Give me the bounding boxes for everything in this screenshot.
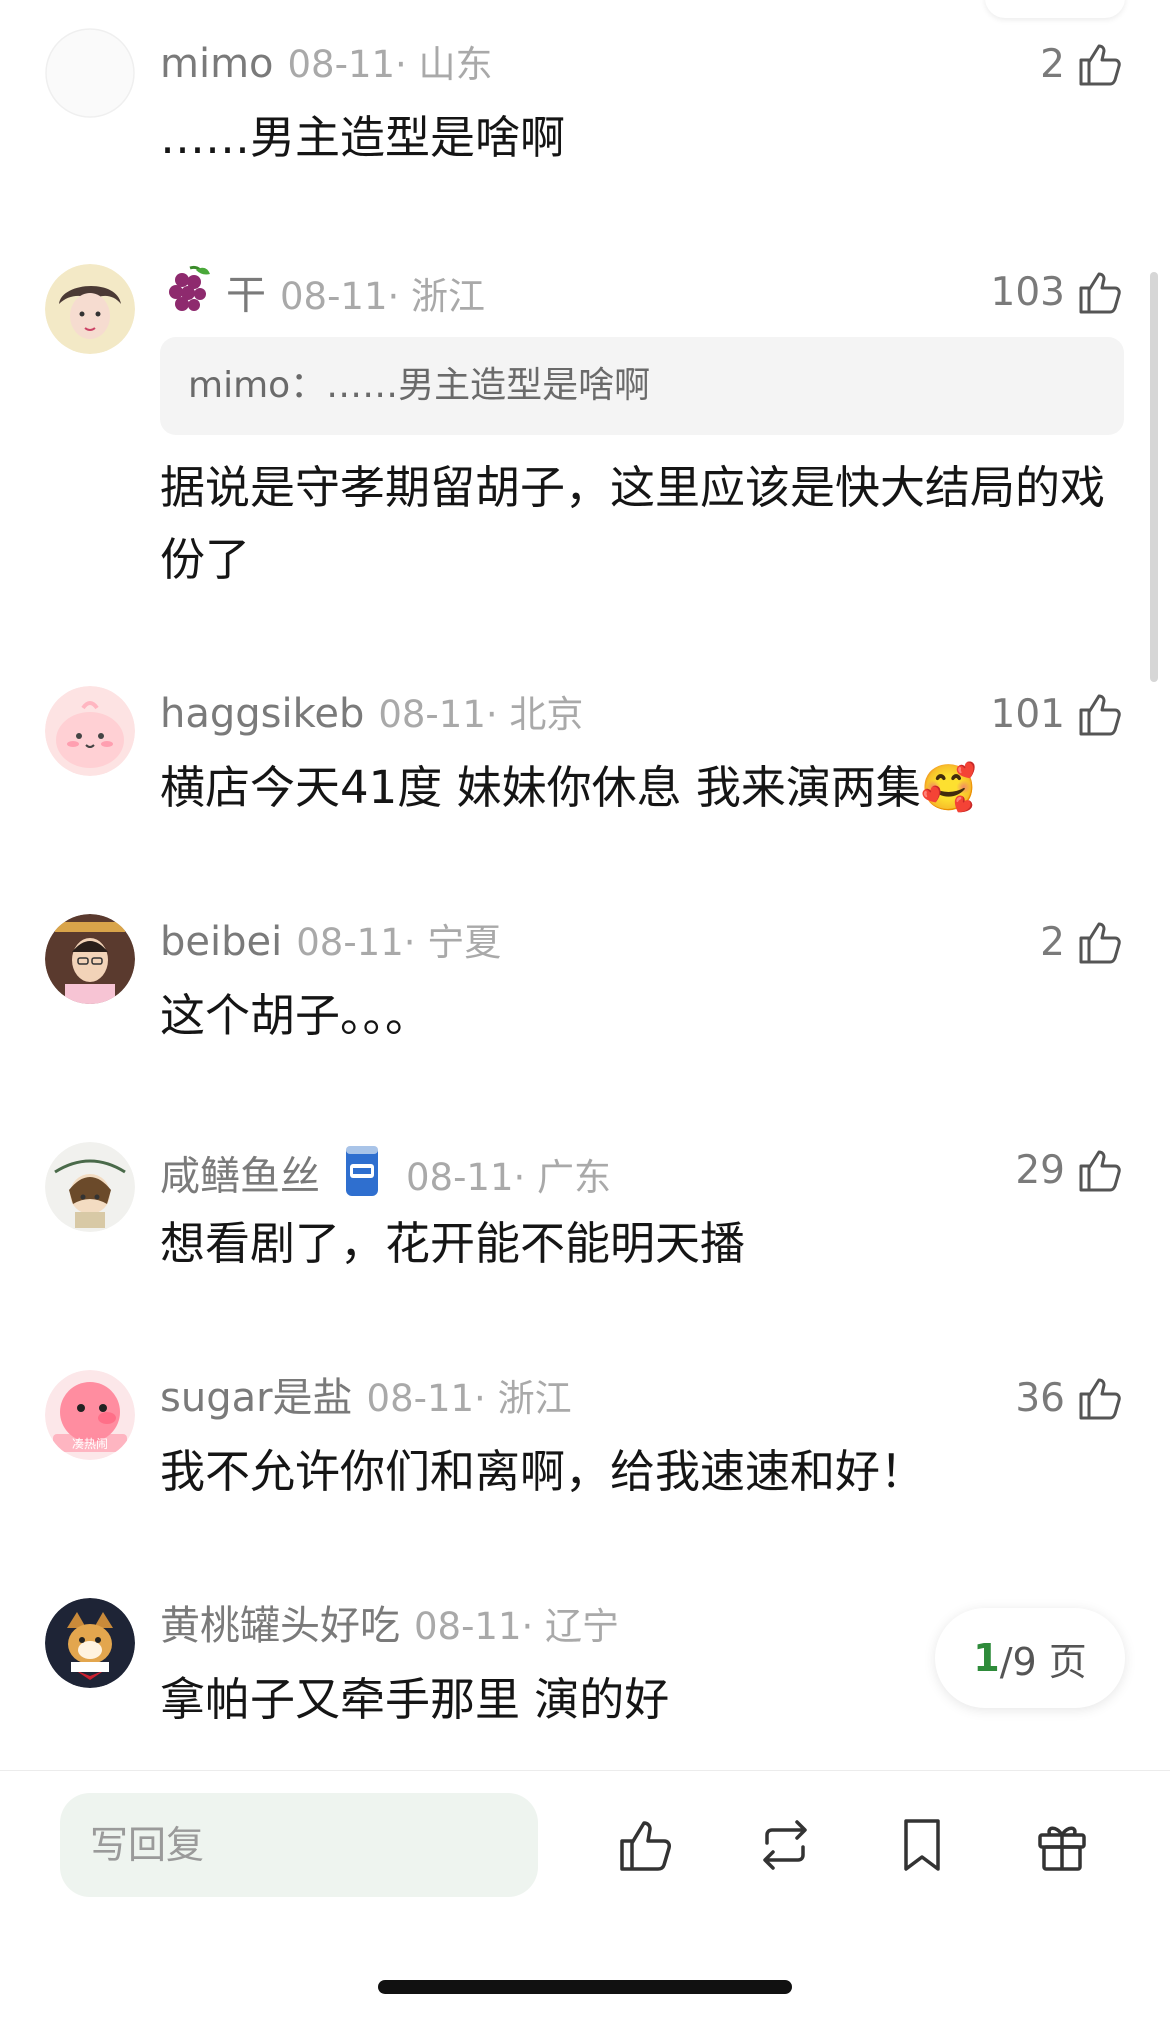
can-badge-icon bbox=[342, 1142, 382, 1215]
previous-card-edge bbox=[985, 0, 1125, 18]
smiling-hearts-emoji: 🥰 bbox=[920, 761, 977, 814]
like-button[interactable]: 36 bbox=[1015, 1370, 1125, 1426]
comment-text: 据说是守孝期留胡子，这里应该是快大结局的戏份了 bbox=[160, 461, 1106, 586]
username[interactable]: beibei bbox=[160, 919, 282, 965]
avatar[interactable] bbox=[45, 264, 135, 354]
bookmark-button[interactable] bbox=[882, 1805, 962, 1885]
timestamp-location: 08-11· 宁夏 bbox=[296, 921, 502, 964]
home-indicator[interactable] bbox=[378, 1980, 792, 1994]
username[interactable]: haggsikeb bbox=[160, 691, 364, 737]
username[interactable]: mimo bbox=[160, 41, 274, 87]
like-count: 36 bbox=[1015, 1375, 1065, 1421]
comment-text-body: 横店今天41度 妹妹你休息 我来演两集 bbox=[160, 761, 921, 814]
thumbs-up-icon bbox=[620, 1821, 671, 1871]
comment-text: ……男主造型是啥啊 bbox=[160, 111, 566, 164]
timestamp-location: 08-11· 山东 bbox=[287, 43, 493, 86]
comment-text: 这个胡子。。。 bbox=[160, 989, 431, 1042]
username[interactable]: sugar是盐 bbox=[160, 1375, 353, 1421]
comment-meta: sugar是盐 08-11· 浙江 bbox=[160, 1370, 572, 1426]
comment-meta: haggsikeb 08-11· 北京 bbox=[160, 686, 583, 742]
repost-icon bbox=[763, 1820, 807, 1870]
repost-button[interactable] bbox=[745, 1805, 825, 1885]
like-button[interactable]: 2 bbox=[1040, 36, 1125, 92]
avatar[interactable] bbox=[45, 686, 135, 776]
avatar[interactable] bbox=[45, 914, 135, 1004]
timestamp-location: 08-11· 广东 bbox=[406, 1155, 612, 1199]
comment-meta: 咸鳝鱼丝 08-11· 广东 bbox=[160, 1142, 612, 1200]
comment-text: 我不允许你们和离啊，给我速速和好！ bbox=[160, 1445, 926, 1498]
page-indicator[interactable]: 1/9 页 bbox=[935, 1608, 1125, 1708]
bookmark-icon bbox=[904, 1819, 940, 1871]
grape-emoji-icon bbox=[160, 262, 216, 333]
avatar[interactable]: 凑热闹 bbox=[45, 1370, 135, 1460]
avatar[interactable] bbox=[45, 1598, 135, 1688]
thumbs-up-icon bbox=[1079, 1150, 1121, 1192]
comment-meta: 黄桃罐头好吃 08-11· 辽宁 bbox=[160, 1598, 619, 1654]
comment-text: 横店今天41度 妹妹你休息 我来演两集🥰 bbox=[160, 752, 1130, 824]
comment-meta: beibei 08-11· 宁夏 bbox=[160, 914, 501, 970]
like-button[interactable]: 103 bbox=[991, 264, 1125, 320]
quoted-reply[interactable]: mimo：……男主造型是啥啊 bbox=[160, 337, 1124, 435]
avatar[interactable] bbox=[45, 1142, 135, 1232]
timestamp-location: 08-11· 辽宁 bbox=[414, 1605, 620, 1648]
thumbs-up-icon bbox=[1079, 1378, 1121, 1420]
avatar-label: 凑热闹 bbox=[72, 1437, 108, 1451]
thumbs-up-icon bbox=[1079, 922, 1121, 964]
username[interactable]: 干 bbox=[226, 273, 266, 319]
timestamp-location: 08-11· 浙江 bbox=[280, 274, 486, 318]
comment-meta: mimo 08-11· 山东 bbox=[160, 36, 493, 92]
total-pages: /9 页 bbox=[999, 1639, 1087, 1684]
scrollbar[interactable] bbox=[1150, 272, 1158, 682]
like-post-button[interactable] bbox=[606, 1805, 686, 1885]
like-button[interactable]: 29 bbox=[1015, 1142, 1125, 1198]
like-count: 2 bbox=[1040, 41, 1065, 87]
comment-meta: 干 08-11· 浙江 bbox=[160, 262, 486, 319]
like-count: 101 bbox=[990, 691, 1065, 737]
avatar[interactable] bbox=[45, 28, 135, 118]
timestamp-location: 08-11· 北京 bbox=[378, 693, 584, 736]
timestamp-location: 08-11· 浙江 bbox=[366, 1377, 572, 1420]
gift-icon bbox=[1038, 1826, 1086, 1871]
like-count: 103 bbox=[990, 269, 1065, 315]
like-count: 29 bbox=[1015, 1147, 1065, 1193]
username[interactable]: 咸鳝鱼丝 bbox=[160, 1154, 320, 1200]
like-button[interactable]: 101 bbox=[991, 686, 1125, 742]
comment-text: 想看剧了，花开能不能明天播 bbox=[160, 1217, 746, 1270]
current-page: 1 bbox=[973, 1636, 1000, 1680]
like-button[interactable]: 2 bbox=[1040, 914, 1125, 970]
thumbs-up-icon bbox=[1079, 272, 1121, 314]
username[interactable]: 黄桃罐头好吃 bbox=[160, 1603, 400, 1649]
gift-button[interactable] bbox=[1022, 1805, 1102, 1885]
reply-input[interactable] bbox=[60, 1793, 538, 1897]
thumbs-up-icon bbox=[1079, 694, 1121, 736]
thumbs-up-icon bbox=[1079, 44, 1121, 86]
like-count: 2 bbox=[1040, 919, 1065, 965]
